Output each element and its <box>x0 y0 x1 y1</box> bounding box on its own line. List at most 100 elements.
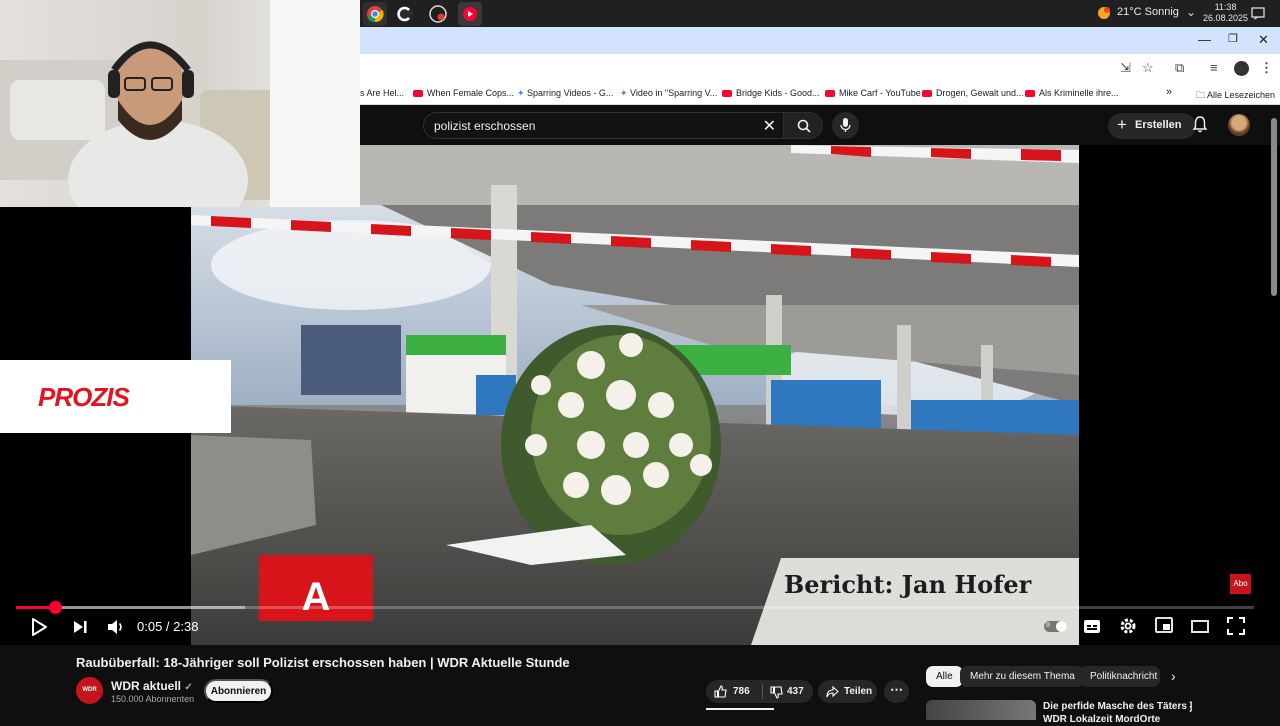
bookmark-label: Bridge Kids - Good... <box>736 88 820 98</box>
ccleaner-icon[interactable] <box>393 2 417 26</box>
time-display: 0:05 / 2:38 <box>137 619 199 634</box>
bookmark-item[interactable]: Drogen, Gewalt und... <box>922 88 1024 98</box>
kebab-menu-icon[interactable]: ⋮ <box>1260 60 1273 76</box>
verified-icon: ✓ <box>184 682 193 693</box>
search-input[interactable]: polizist erschossen <box>434 119 535 133</box>
bookmark-label: Video in "Sparring V... <box>630 88 718 98</box>
like-button[interactable]: 786 <box>706 680 762 703</box>
clear-search-icon[interactable]: ✕ <box>763 116 776 136</box>
restore-icon[interactable]: ❐ <box>1228 32 1238 45</box>
all-bookmarks-label: Alle Lesezeichen <box>1207 90 1276 100</box>
bookmark-label: Mike Carf - YouTube <box>839 88 921 98</box>
bookmark-label: Als Kriminelle ihre... <box>1039 88 1119 98</box>
bookmark-item[interactable]: ✦ Sparring Videos - G... <box>517 88 613 99</box>
bookmark-item[interactable]: s Are Hel... <box>360 88 404 98</box>
chip-more-topic[interactable]: Mehr zu diesem Thema <box>960 666 1085 687</box>
youtube-favicon-icon <box>722 90 732 97</box>
search-box[interactable]: polizist erschossen ✕ <box>423 112 785 139</box>
video-title: Raubüberfall: 18-Jähriger soll Polizist … <box>76 655 570 670</box>
share-icon <box>826 685 839 698</box>
voice-search-button[interactable] <box>832 112 859 139</box>
lower-third-text: Bericht: Jan Hofer <box>784 570 1032 599</box>
sponsor-logo-text: PROZIS <box>38 382 130 412</box>
search-icon <box>797 119 811 133</box>
recommendation-menu-icon[interactable]: ⋮ <box>1184 699 1197 715</box>
volume-icon[interactable] <box>107 619 125 635</box>
bell-icon[interactable] <box>1192 115 1208 133</box>
youtube-header: polizist erschossen ✕ + Erstellen <box>360 105 1280 145</box>
more-bookmarks-chevron[interactable]: » <box>1166 86 1172 98</box>
channel-avatar[interactable]: WDR <box>76 677 103 704</box>
next-icon[interactable] <box>72 619 88 635</box>
close-window-icon[interactable]: ✕ <box>1258 32 1269 48</box>
create-button[interactable]: + Erstellen <box>1108 113 1196 139</box>
star-bookmark-icon[interactable]: ☆ <box>1142 60 1154 76</box>
channel-name-label: WDR aktuell <box>111 679 182 693</box>
share-button[interactable]: Teilen <box>818 680 877 703</box>
extensions-icon[interactable]: ⧉ <box>1175 60 1184 76</box>
gas-station-scene: A Bericht: Jan Hofer <box>191 145 1079 645</box>
bookmark-item[interactable]: Mike Carf - YouTube <box>825 88 921 98</box>
abo-badge[interactable]: Abo <box>1230 574 1251 594</box>
chevron-down-icon[interactable]: ⌄ <box>1186 5 1196 19</box>
taskbar: 21°C Sonnig ⌄ 11:38 26.08.2025 <box>360 0 1280 27</box>
folder-icon: 🗀 <box>1196 90 1208 100</box>
clock-date: 26.08.2025 <box>1203 13 1249 23</box>
recommendation-title[interactable]: Die perfide Masche des Täters | WDR Loka… <box>1043 700 1193 726</box>
subscribe-button[interactable]: Abonnieren <box>204 679 273 703</box>
create-label: Erstellen <box>1135 119 1182 131</box>
bookmark-label: Sparring Videos - G... <box>527 88 614 98</box>
autoplay-toggle[interactable]: II <box>1044 621 1067 632</box>
bookmark-item[interactable]: Bridge Kids - Good... <box>722 88 820 98</box>
subtitles-icon[interactable] <box>1083 619 1101 634</box>
profile-icon[interactable] <box>1234 61 1249 76</box>
youtube-app-icon[interactable] <box>458 2 482 26</box>
more-actions-button[interactable]: ⋯ <box>884 680 909 703</box>
thumbs-down-icon <box>770 686 783 699</box>
dislike-button[interactable]: 437 <box>763 680 813 703</box>
video-frame: A Bericht: Jan Hofer <box>191 145 1079 645</box>
chip-politics[interactable]: Politiknachricht <box>1080 666 1160 687</box>
bookmark-item[interactable]: Als Kriminelle ihre... <box>1025 88 1119 98</box>
chip-all[interactable]: Alle <box>926 666 963 687</box>
page-scrollbar[interactable] <box>1271 118 1277 296</box>
play-icon[interactable] <box>30 617 48 637</box>
bookmarks-bar: s Are Hel... When Female Cops... ✦ Sparr… <box>360 83 1280 105</box>
bookmark-item[interactable]: When Female Cops... <box>413 88 514 98</box>
browser-tab-strip: — ❐ ✕ <box>360 27 1280 54</box>
station-logo-letter: A <box>302 575 331 619</box>
all-bookmarks[interactable]: 🗀 Alle Lesezeichen <box>1196 88 1275 104</box>
notification-icon[interactable] <box>1251 7 1265 20</box>
miniplayer-icon[interactable] <box>1155 617 1173 633</box>
google-favicon-icon: ✦ <box>620 88 631 98</box>
media-controls-icon[interactable]: ≡ <box>1210 60 1218 75</box>
webcam-overlay <box>0 0 360 207</box>
webcam-person <box>0 0 360 207</box>
like-dislike-group: 786 437 <box>706 680 813 703</box>
plus-icon: + <box>1117 115 1127 134</box>
install-app-icon[interactable]: ⇲ <box>1120 60 1131 76</box>
settings-gear-icon[interactable] <box>1119 617 1137 635</box>
dislike-count: 437 <box>787 686 804 697</box>
search-button[interactable] <box>783 112 823 139</box>
share-label: Teilen <box>844 686 873 697</box>
theater-mode-icon[interactable] <box>1191 620 1209 633</box>
subscriber-count: 150.000 Abonnenten <box>111 694 195 704</box>
minimize-icon[interactable]: — <box>1198 32 1211 47</box>
weather-text[interactable]: 21°C Sonnig <box>1117 6 1179 18</box>
fullscreen-icon[interactable] <box>1227 617 1245 635</box>
like-count: 786 <box>733 686 750 697</box>
bookmark-item[interactable]: ✦ Video in "Sparring V... <box>620 88 717 99</box>
chips-next-icon[interactable]: › <box>1171 668 1176 684</box>
user-avatar[interactable] <box>1228 114 1250 136</box>
recommendation-thumbnail[interactable] <box>926 700 1036 720</box>
chrome-icon[interactable] <box>363 2 387 26</box>
progress-bar[interactable] <box>16 601 1254 614</box>
channel-name[interactable]: WDR aktuell ✓ <box>111 679 193 693</box>
browser-toolbar: ⇲ ☆ ⧉ ≡ ⋮ <box>360 54 1280 83</box>
youtube-favicon-icon <box>825 90 835 97</box>
speedometer-app-icon[interactable] <box>426 2 450 26</box>
youtube-favicon-icon <box>922 90 932 97</box>
clock[interactable]: 11:38 26.08.2025 <box>1203 2 1248 24</box>
sun-weather-icon <box>1098 7 1110 19</box>
